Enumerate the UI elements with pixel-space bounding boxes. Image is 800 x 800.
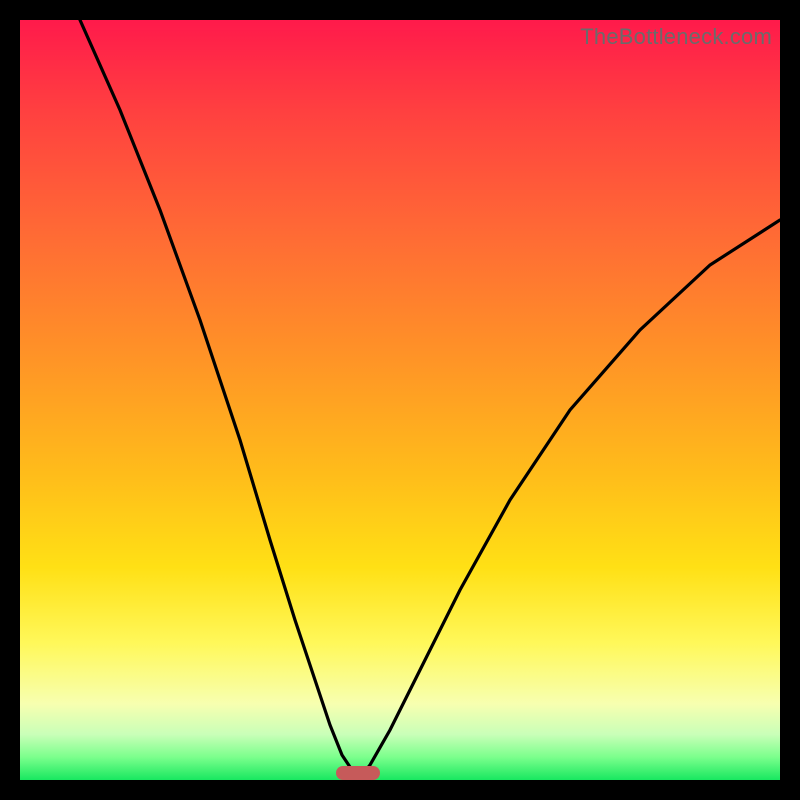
curve-layer [20,20,780,780]
left-curve [80,20,358,780]
right-curve [358,220,780,780]
chart-frame: TheBottleneck.com [20,20,780,780]
bottleneck-marker [336,766,380,780]
